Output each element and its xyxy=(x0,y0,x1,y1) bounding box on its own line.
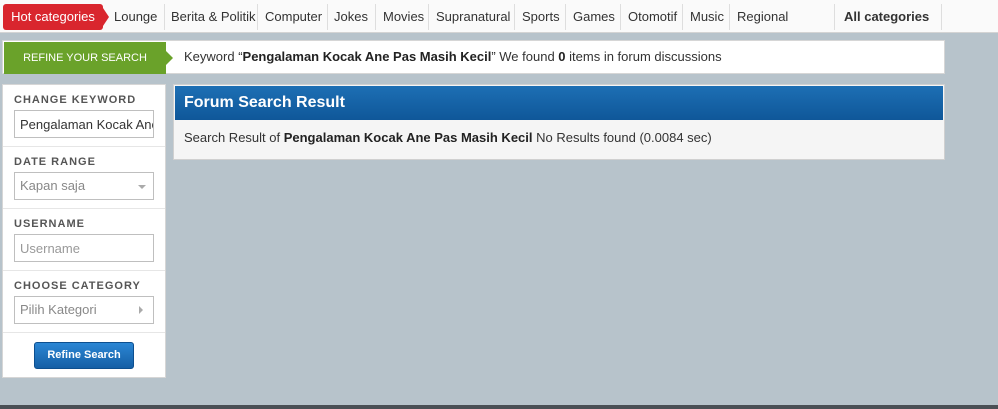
nav-item-sports[interactable]: Sports xyxy=(522,4,560,30)
bottom-divider xyxy=(0,405,998,409)
nav-item-lounge[interactable]: Lounge xyxy=(114,4,157,30)
forum-search-result-panel: Forum Search Result Search Result of Pen… xyxy=(173,84,945,160)
nav-item-games[interactable]: Games xyxy=(573,4,615,30)
date-range-label: DATE RANGE xyxy=(14,156,96,168)
nav-separator xyxy=(257,4,258,30)
refine-search-button[interactable]: Refine Search xyxy=(34,342,134,369)
result-message: Search Result of Pengalaman Kocak Ane Pa… xyxy=(184,130,712,145)
category-select[interactable]: Pilih Kategori xyxy=(14,296,154,324)
result-suffix: No Results found (0.0084 sec) xyxy=(532,130,712,145)
all-categories-label: All categories xyxy=(844,9,930,24)
result-keyword: Pengalaman Kocak Ane Pas Masih Kecil xyxy=(283,130,533,145)
nav-separator xyxy=(682,4,683,30)
nav-item-regional[interactable]: Regional xyxy=(737,4,788,30)
choose-category-label: CHOOSE CATEGORY xyxy=(14,280,141,292)
nav-separator xyxy=(514,4,515,30)
category-section: CHOOSE CATEGORY Pilih Kategori xyxy=(3,271,165,333)
nav-item-computer[interactable]: Computer xyxy=(265,4,322,30)
nav-separator xyxy=(327,4,328,30)
nav-separator xyxy=(375,4,376,30)
hot-categories-tab[interactable]: Hot categories xyxy=(3,4,109,30)
keyword-input[interactable] xyxy=(14,110,154,138)
username-input[interactable] xyxy=(14,234,154,262)
chevron-right-icon xyxy=(139,306,143,314)
result-count: 0 xyxy=(558,49,566,64)
nav-separator xyxy=(565,4,566,30)
nav-item-berita-politik[interactable]: Berita & Politik xyxy=(171,4,256,30)
result-panel-title: Forum Search Result xyxy=(175,86,943,120)
refine-sidebar: CHANGE KEYWORD DATE RANGE Kapan saja USE… xyxy=(2,84,166,378)
count-suffix: items in forum discussions xyxy=(565,49,722,64)
date-range-select[interactable]: Kapan saja xyxy=(14,172,154,200)
change-keyword-label: CHANGE KEYWORD xyxy=(14,94,137,106)
nav-separator xyxy=(428,4,429,30)
keyword-summary: Keyword “Pengalaman Kocak Ane Pas Masih … xyxy=(184,41,722,73)
nav-separator xyxy=(729,4,730,30)
refine-bar: REFINE YOUR SEARCH Keyword “Pengalaman K… xyxy=(2,40,945,74)
nav-separator xyxy=(164,4,165,30)
category-value: Pilih Kategori xyxy=(20,302,97,317)
nav-separator xyxy=(620,4,621,30)
result-prefix: Search Result of xyxy=(184,130,284,145)
username-label: USERNAME xyxy=(14,218,85,230)
nav-item-music[interactable]: Music xyxy=(690,4,724,30)
date-range-section: DATE RANGE Kapan saja xyxy=(3,147,165,209)
nav-item-movies[interactable]: Movies xyxy=(383,4,424,30)
nav-item-jokes[interactable]: Jokes xyxy=(334,4,368,30)
all-categories-dropdown[interactable]: All categories xyxy=(834,4,942,46)
chevron-down-icon xyxy=(138,185,146,189)
top-navigation: Hot categories Lounge Berita & Politik C… xyxy=(0,0,998,46)
refine-your-search-tab[interactable]: REFINE YOUR SEARCH xyxy=(4,42,173,74)
keyword-text: Pengalaman Kocak Ane Pas Masih Kecil xyxy=(242,49,492,64)
change-keyword-section: CHANGE KEYWORD xyxy=(3,85,165,147)
keyword-prefix: Keyword “ xyxy=(184,49,243,64)
date-range-value: Kapan saja xyxy=(20,178,86,193)
nav-item-otomotif[interactable]: Otomotif xyxy=(628,4,677,30)
nav-item-supranatural[interactable]: Supranatural xyxy=(436,4,510,30)
keyword-suffix: ” We found xyxy=(491,49,559,64)
username-section: USERNAME xyxy=(3,209,165,271)
